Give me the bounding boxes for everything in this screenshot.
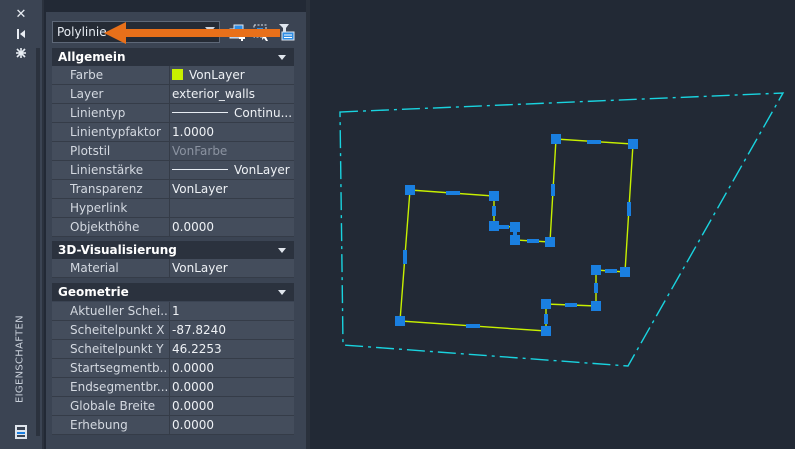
property-label: Linientypfaktor xyxy=(70,125,161,139)
property-label: Scheitelpunkt Y xyxy=(70,342,164,356)
color-swatch-icon xyxy=(172,69,183,80)
property-value-farbe[interactable]: VonLayer xyxy=(172,66,292,84)
property-row-endsegmentbreite: Endsegmentbr... 0.0000 xyxy=(52,378,294,397)
property-row-scheitelpunkt-x: Scheitelpunkt X -87.8240 xyxy=(52,321,294,340)
vertex-grips[interactable] xyxy=(395,134,638,336)
property-value-endsegmentbreite[interactable]: 0.0000 xyxy=(172,378,292,396)
linetype-preview-icon xyxy=(172,112,228,113)
object-type-value: Polylinie xyxy=(57,25,107,39)
property-label: Linientyp xyxy=(70,106,126,120)
property-value-linientypfaktor[interactable]: 1.0000 xyxy=(172,123,292,141)
property-label: Endsegmentbr... xyxy=(70,380,168,394)
property-row-objekthoehe: Objekthöhe 0.0000 xyxy=(52,218,294,237)
section-label: 3D-Visualisierung xyxy=(58,243,177,257)
property-value-transparenz[interactable]: VonLayer xyxy=(172,180,292,198)
property-row-aktueller-scheitelpunkt: Aktueller Schei... 1 xyxy=(52,302,294,321)
property-value-objekthoehe[interactable]: 0.0000 xyxy=(172,218,292,236)
chevron-down-icon xyxy=(278,248,286,253)
section-allgemein[interactable]: Allgemein xyxy=(52,48,294,66)
property-row-linientyp: Linientyp Continu... xyxy=(52,104,294,123)
autocad-window: ✕ EIGENSCHAFTEN Polylinie Allgemein Farb… xyxy=(0,0,795,449)
property-row-linienstaerke: Linienstärke VonLayer xyxy=(52,161,294,180)
property-label: Linienstärke xyxy=(70,163,144,177)
property-label: Hyperlink xyxy=(70,201,128,215)
property-value-startsegmentbreite[interactable]: 0.0000 xyxy=(172,359,292,377)
property-value-plotstil: VonFarbe xyxy=(172,144,228,158)
property-row-startsegmentbreite: Startsegmentb... 0.0000 xyxy=(52,359,294,378)
property-row-layer: Layer exterior_walls xyxy=(52,85,294,104)
property-value-globale-breite[interactable]: 0.0000 xyxy=(172,397,292,415)
section-label: Geometrie xyxy=(58,285,129,299)
property-label: Farbe xyxy=(70,68,104,82)
property-label: Erhebung xyxy=(70,418,128,432)
property-row-linientypfaktor: Linientypfaktor 1.0000 xyxy=(52,123,294,142)
property-label: Scheitelpunkt X xyxy=(70,323,165,337)
annotation-arrow-icon xyxy=(104,22,280,44)
property-value-layer[interactable]: exterior_walls xyxy=(172,85,292,103)
drawing-viewport[interactable] xyxy=(310,0,795,449)
palette-title: EIGENSCHAFTEN xyxy=(14,315,26,403)
property-label: Material xyxy=(70,261,119,275)
property-value-linienstaerke[interactable]: VonLayer xyxy=(172,161,292,179)
property-label: Startsegmentb... xyxy=(70,361,168,375)
midpoint-grips[interactable] xyxy=(403,140,631,328)
property-label: Layer xyxy=(70,87,104,101)
property-row-scheitelpunkt-y: Scheitelpunkt Y 46.2253 xyxy=(52,340,294,359)
property-value-aktueller-scheitelpunkt[interactable]: 1 xyxy=(172,302,292,320)
property-value-scheitelpunkt-y[interactable]: 46.2253 xyxy=(172,340,292,358)
property-row-material: Material VonLayer xyxy=(52,259,294,278)
property-value-scheitelpunkt-x[interactable]: -87.8240 xyxy=(172,321,292,339)
property-row-erhebung: Erhebung 0.0000 xyxy=(52,416,294,435)
property-label: Globale Breite xyxy=(70,399,156,413)
section-3d-visualisierung[interactable]: 3D-Visualisierung xyxy=(52,241,294,259)
lineweight-preview-icon xyxy=(172,169,228,170)
palette-scrollbar[interactable] xyxy=(36,48,40,436)
property-label: Transparenz xyxy=(70,182,143,196)
properties-palette-icon xyxy=(14,424,28,440)
property-value-erhebung[interactable]: 0.0000 xyxy=(172,416,292,434)
section-geometrie[interactable]: Geometrie xyxy=(52,283,294,301)
strip-divider xyxy=(42,0,44,449)
chevron-down-icon xyxy=(278,55,286,60)
chevron-down-icon xyxy=(278,290,286,295)
property-label: Aktueller Schei... xyxy=(70,304,168,318)
property-value-material[interactable]: VonLayer xyxy=(172,259,292,277)
auto-hide-icon[interactable] xyxy=(12,28,30,42)
properties-settings-icon[interactable] xyxy=(12,46,30,60)
property-row-globale-breite: Globale Breite 0.0000 xyxy=(52,397,294,416)
property-row-farbe: Farbe VonLayer xyxy=(52,66,294,85)
property-value-hyperlink[interactable] xyxy=(172,199,292,217)
property-row-transparenz: Transparenz VonLayer xyxy=(52,180,294,199)
property-value-linientyp[interactable]: Continu... xyxy=(172,104,292,122)
property-label: Plotstil xyxy=(70,144,111,158)
close-icon[interactable]: ✕ xyxy=(12,8,30,22)
section-label: Allgemein xyxy=(58,50,126,64)
property-grid: Allgemein Farbe VonLayer Layer exterior_… xyxy=(52,48,294,438)
property-label: Objekthöhe xyxy=(70,220,140,234)
property-row-plotstil: Plotstil VonFarbe xyxy=(52,142,294,161)
property-row-hyperlink: Hyperlink xyxy=(52,199,294,218)
